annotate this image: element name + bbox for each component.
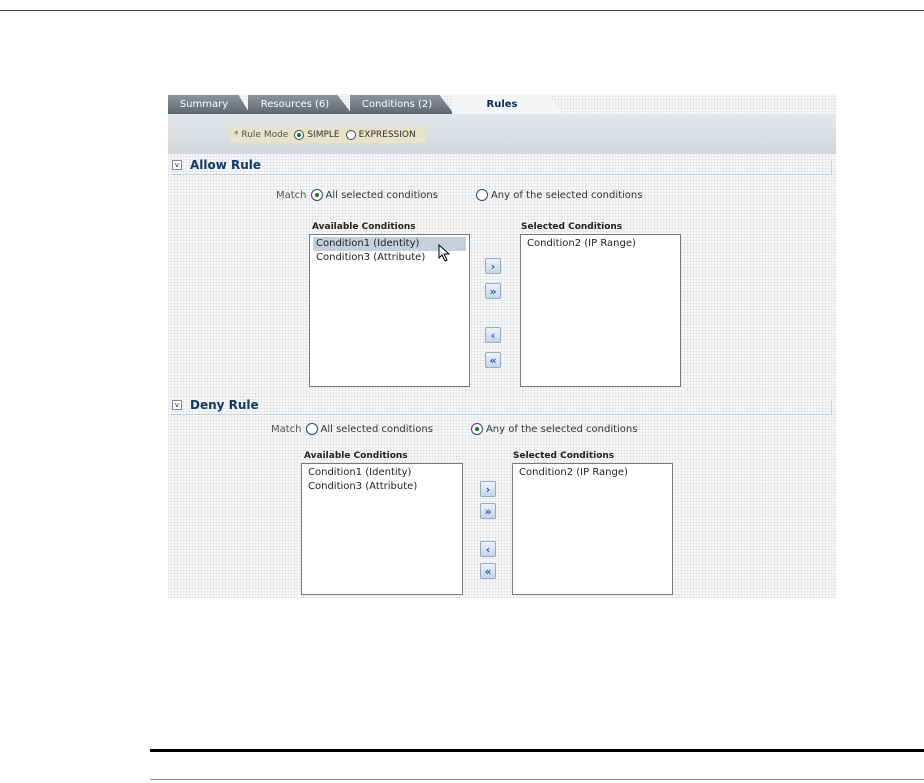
allow-match-any-radio[interactable] [475,189,488,201]
bottom-divider-thin [150,779,924,780]
tab-resources[interactable]: Resources (6) [248,95,352,114]
deny-match-any-radio[interactable] [470,423,483,435]
deny-available-list[interactable]: Condition1 (Identity) Condition3 (Attrib… [301,463,463,595]
deny-rule-title: Deny Rule [190,398,259,412]
deny-match-all-radio[interactable] [305,423,318,435]
allow-selected-list[interactable]: Condition2 (IP Range) [520,234,681,387]
move-left-button[interactable]: ‹ [485,327,501,343]
move-right-button[interactable]: › [480,481,496,497]
list-item[interactable]: Condition2 (IP Range) [524,237,677,251]
rule-mode-group: * Rule Mode SIMPLE EXPRESSION [230,127,426,143]
allow-match-any-label: Any of the selected conditions [490,189,643,201]
chevron-down-icon[interactable]: v [172,400,182,410]
allow-match-all-label: All selected conditions [325,189,438,201]
rule-mode-simple-label: SIMPLE [307,130,340,140]
chevron-down-icon[interactable]: v [172,160,182,170]
list-item[interactable]: Condition1 (Identity) [305,466,459,480]
allow-match-all-radio[interactable] [310,189,323,201]
deny-match-row: Match All selected conditions Any of the… [271,421,637,437]
rules-panel: Summary Resources (6) Conditions (2) Rul… [168,94,836,598]
move-all-left-button[interactable]: « [485,352,501,368]
rule-mode-expression-label: EXPRESSION [358,130,416,140]
deny-selected-list[interactable]: Condition2 (IP Range) [512,463,673,595]
deny-rule-header: v Deny Rule [172,396,832,415]
allow-rule-header: v Allow Rule [172,156,832,175]
allow-match-row: Match All selected conditions Any of the… [276,187,642,203]
move-left-button[interactable]: ‹ [480,541,496,557]
allow-rule-title: Allow Rule [190,158,262,172]
bottom-divider-thick [150,749,924,752]
rule-mode-expression-radio[interactable] [345,130,356,140]
rule-mode-label: * Rule Mode [234,130,289,140]
move-all-right-button[interactable]: » [480,503,496,519]
move-all-right-button[interactable]: » [485,283,501,299]
tab-bar: Summary Resources (6) Conditions (2) Rul… [168,94,836,114]
deny-match-label: Match [271,423,302,435]
list-item[interactable]: Condition3 (Attribute) [305,480,459,494]
allow-available-label: Available Conditions [312,222,416,232]
tab-conditions[interactable]: Conditions (2) [350,95,454,114]
list-item[interactable]: Condition2 (IP Range) [516,466,669,480]
tab-rules[interactable]: Rules [452,95,562,114]
move-all-left-button[interactable]: « [480,563,496,579]
deny-selected-label: Selected Conditions [513,451,615,461]
deny-match-any-label: Any of the selected conditions [485,423,638,435]
move-right-button[interactable]: › [485,258,501,274]
rule-mode-simple-radio[interactable] [294,130,305,140]
top-divider [0,10,924,11]
deny-available-label: Available Conditions [304,451,408,461]
allow-match-label: Match [276,189,307,201]
tab-summary[interactable]: Summary [168,95,250,114]
mouse-pointer-icon [438,244,451,262]
deny-match-all-label: All selected conditions [320,423,433,435]
allow-selected-label: Selected Conditions [521,222,623,232]
